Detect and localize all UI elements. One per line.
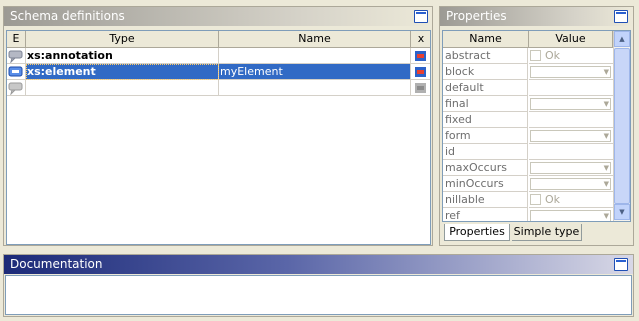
- tab-properties[interactable]: Properties: [444, 224, 510, 241]
- scroll-thumb[interactable]: [614, 48, 630, 204]
- property-value[interactable]: [529, 112, 613, 128]
- property-name: id: [443, 144, 528, 160]
- property-name: block: [443, 64, 528, 80]
- property-name: minOccurs: [443, 176, 528, 192]
- property-combo[interactable]: [530, 129, 611, 143]
- property-value[interactable]: [529, 176, 613, 192]
- comment-icon: [8, 50, 23, 63]
- vertical-scrollbar[interactable]: ▲ ▼: [613, 31, 630, 221]
- table-row[interactable]: [7, 80, 430, 96]
- name-cell[interactable]: myElement: [219, 64, 411, 80]
- column-header-e[interactable]: E: [7, 31, 26, 48]
- delete-row-icon[interactable]: [413, 49, 429, 63]
- property-value[interactable]: [529, 160, 613, 176]
- properties-panel: Properties Name Value abstract Ok blockdef…: [439, 6, 634, 246]
- name-cell[interactable]: [219, 80, 411, 96]
- delete-cell[interactable]: [411, 80, 430, 96]
- schema-definitions-title: Schema definitions: [4, 7, 432, 26]
- property-name: form: [443, 128, 528, 144]
- property-value[interactable]: [529, 96, 613, 112]
- column-header-type[interactable]: Type: [26, 31, 219, 48]
- element-icon: [8, 66, 23, 77]
- scroll-down-icon[interactable]: ▼: [614, 204, 630, 220]
- property-name: fixed: [443, 112, 528, 128]
- column-header-value[interactable]: Value: [529, 31, 613, 48]
- property-value[interactable]: [529, 128, 613, 144]
- schema-table: E Type Name x xs:annotation xs:element m…: [6, 30, 431, 245]
- scroll-up-icon[interactable]: ▲: [614, 31, 630, 47]
- property-value[interactable]: Ok: [529, 48, 613, 64]
- comment-icon: [8, 82, 23, 95]
- row-icon-cell[interactable]: [7, 48, 26, 64]
- property-checkbox[interactable]: [530, 50, 541, 61]
- documentation-title: Documentation: [4, 255, 633, 274]
- delete-cell[interactable]: [411, 48, 430, 64]
- type-cell[interactable]: xs:element: [26, 64, 219, 80]
- property-name: ref: [443, 208, 528, 221]
- maximize-icon[interactable]: [414, 10, 428, 23]
- property-value[interactable]: [529, 208, 613, 221]
- property-value[interactable]: [529, 80, 613, 96]
- property-name: default: [443, 80, 528, 96]
- schema-definitions-panel: Schema definitions E Type Name x xs:anno…: [3, 6, 433, 246]
- name-cell[interactable]: [219, 48, 411, 64]
- property-value[interactable]: [529, 64, 613, 80]
- properties-title: Properties: [440, 7, 633, 26]
- checkbox-label: Ok: [545, 193, 561, 206]
- checkbox-label: Ok: [545, 49, 561, 62]
- table-row[interactable]: xs:annotation: [7, 48, 430, 64]
- property-checkbox[interactable]: [530, 194, 541, 205]
- property-value[interactable]: [529, 144, 613, 160]
- property-value[interactable]: Ok: [529, 192, 613, 208]
- property-combo[interactable]: [530, 209, 611, 221]
- maximize-icon[interactable]: [614, 258, 628, 271]
- type-cell[interactable]: [26, 80, 219, 96]
- delete-row-icon[interactable]: [413, 81, 429, 95]
- property-name: final: [443, 96, 528, 112]
- column-header-name[interactable]: Name: [219, 31, 411, 48]
- property-name: abstract: [443, 48, 528, 64]
- maximize-icon[interactable]: [614, 10, 628, 23]
- row-icon-cell[interactable]: [7, 64, 26, 80]
- property-combo[interactable]: [530, 97, 611, 111]
- column-header-x[interactable]: x: [411, 31, 430, 48]
- property-combo[interactable]: [530, 65, 611, 79]
- property-name: maxOccurs: [443, 160, 528, 176]
- property-combo[interactable]: [530, 177, 611, 191]
- property-combo[interactable]: [530, 161, 611, 175]
- tab-simple-type[interactable]: Simple type: [512, 224, 582, 241]
- property-name: nillable: [443, 192, 528, 208]
- type-cell[interactable]: xs:annotation: [26, 48, 219, 64]
- table-row[interactable]: xs:element myElement: [7, 64, 430, 80]
- documentation-panel: Documentation: [3, 254, 634, 317]
- row-icon-cell[interactable]: [7, 80, 26, 96]
- delete-cell[interactable]: [411, 64, 430, 80]
- column-header-name[interactable]: Name: [443, 31, 529, 48]
- delete-row-icon[interactable]: [413, 65, 429, 79]
- properties-table: Name Value abstract Ok blockdefaultfinalfi…: [442, 30, 631, 222]
- documentation-textarea[interactable]: [5, 275, 632, 315]
